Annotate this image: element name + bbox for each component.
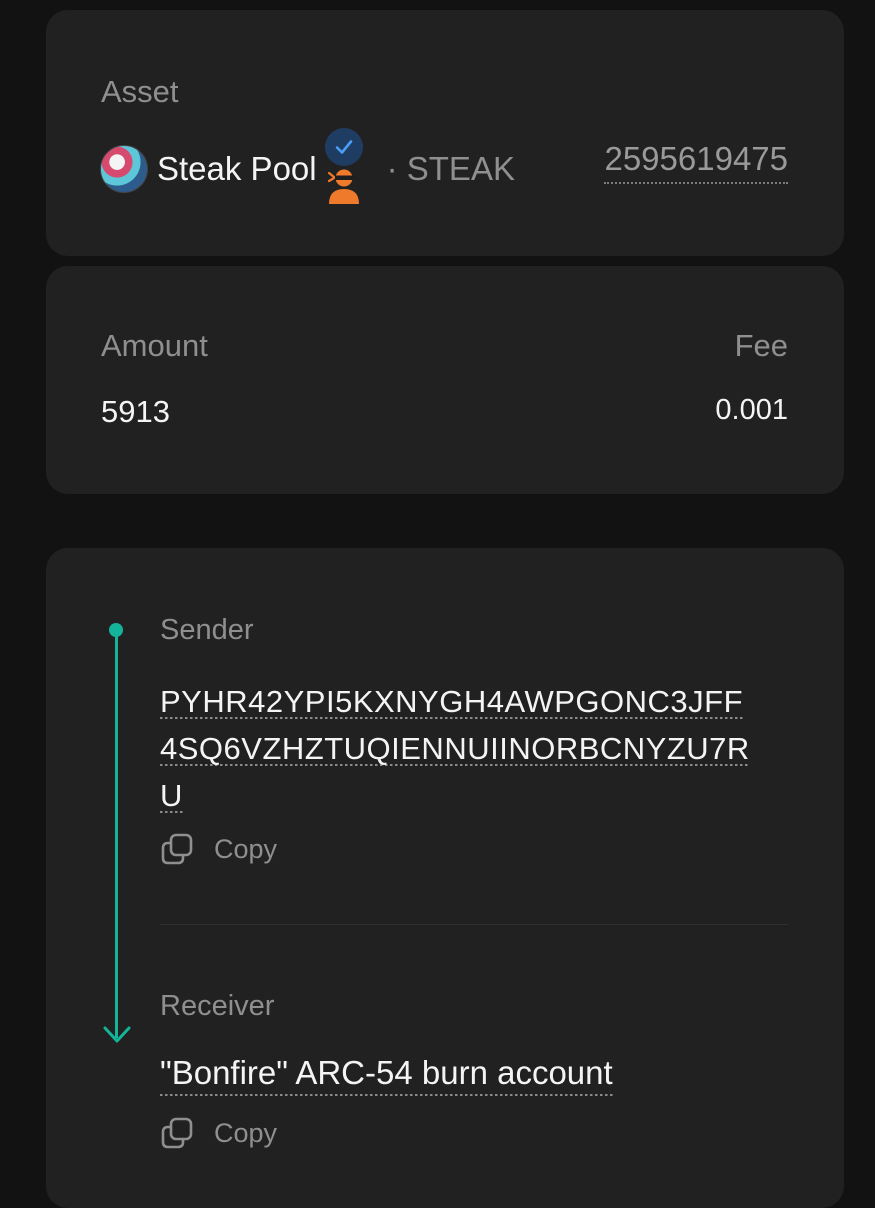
fee-value: 0.001 (715, 394, 788, 426)
sender-copy-label: Copy (214, 833, 278, 864)
receiver-copy-label: Copy (214, 1117, 278, 1148)
sender-address-link[interactable]: PYHR42YPI5KXNYGH4AWPGONC3JFF 4SQ6VZHZTUQ… (160, 678, 790, 819)
receiver-copy-button[interactable]: Copy (160, 1116, 277, 1150)
sender-address-line: 4SQ6VZHZTUQIENNUIINORBCNYZU7R (160, 731, 750, 766)
asset-label: Asset (101, 74, 179, 109)
amount-label: Amount (101, 328, 208, 363)
asset-id-link[interactable]: 2595619475 (604, 140, 788, 184)
sender-copy-button[interactable]: Copy (160, 832, 277, 866)
receiver-label: Receiver (160, 990, 275, 1022)
copy-icon (161, 833, 193, 865)
sender-address-line: U (160, 778, 183, 813)
amount-value: 5913 (101, 394, 170, 429)
copy-icon (161, 1117, 193, 1149)
divider (160, 924, 788, 925)
timeline-line (115, 633, 118, 1038)
asset-card: Asset Steak Pool · STEAK 2595619475 (46, 10, 844, 256)
ninja-creator-icon (327, 169, 359, 204)
transfer-card: Sender PYHR42YPI5KXNYGH4AWPGONC3JFF 4SQ6… (46, 548, 844, 1208)
receiver-name-link[interactable]: "Bonfire" ARC-54 burn account (160, 1054, 613, 1096)
asset-row[interactable]: Steak Pool · STEAK (100, 128, 515, 204)
asset-badges (324, 128, 367, 204)
asset-name: Steak Pool (157, 150, 317, 187)
asset-unit-name: · STEAK (386, 150, 515, 187)
arrow-down-icon (103, 1026, 131, 1043)
fee-label: Fee (734, 328, 788, 363)
sender-address-line: PYHR42YPI5KXNYGH4AWPGONC3JFF (160, 684, 744, 719)
amount-card: Amount Fee 5913 0.001 (46, 266, 844, 494)
sender-label: Sender (160, 614, 254, 646)
asset-logo-icon (100, 145, 148, 193)
verified-check-icon (324, 128, 363, 166)
